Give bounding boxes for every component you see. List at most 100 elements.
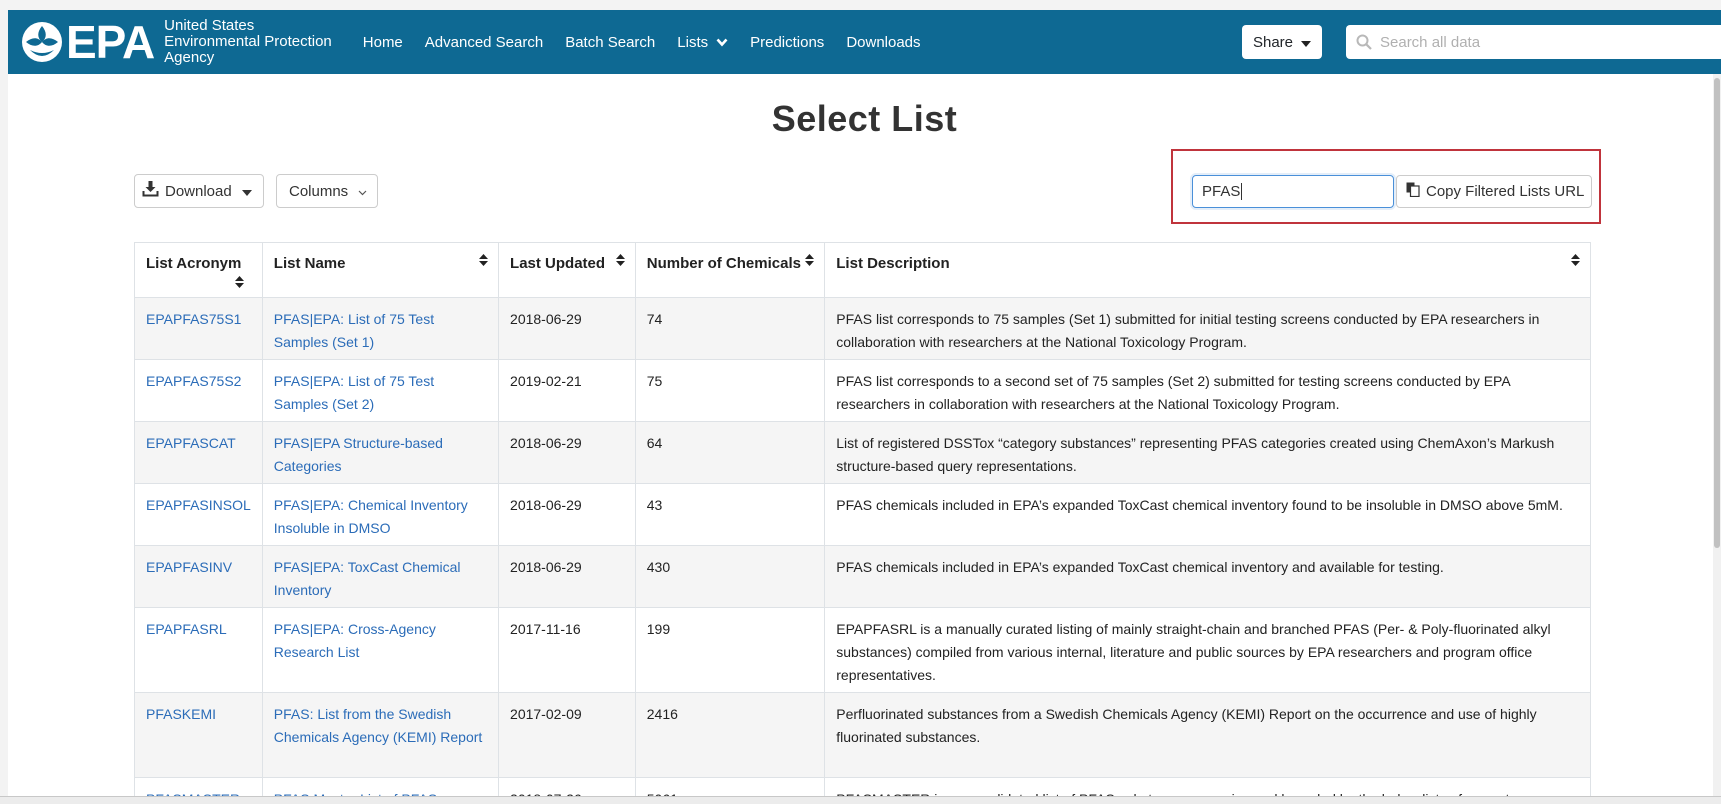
table-row: EPAPFAS75S2 PFAS|EPA: List of 75 Test Sa…	[134, 359, 1591, 422]
list-acronym-link[interactable]: PFASKEMI	[146, 706, 216, 722]
cell-count: 43	[634, 483, 826, 546]
global-search-input[interactable]: Search all data	[1346, 25, 1721, 59]
nav-predictions[interactable]: Predictions	[750, 34, 824, 51]
column-header-last-updated[interactable]: Last Updated	[498, 242, 636, 298]
list-name-link[interactable]: PFAS|EPA Structure-based Categories	[274, 435, 443, 474]
cell-name: PFAS|EPA: List of 75 Test Samples (Set 2…	[261, 359, 500, 422]
list-filter-input[interactable]: PFAS	[1192, 175, 1394, 208]
chevron-down-icon	[716, 34, 728, 51]
list-acronym-link[interactable]: EPAPFAS75S1	[146, 311, 241, 327]
cell-description: PFAS chemicals included in EPA’s expande…	[824, 483, 1591, 546]
agency-line: Environmental Protection	[164, 33, 332, 50]
main-nav: Home Advanced Search Batch Search Lists …	[352, 34, 932, 51]
nav-home[interactable]: Home	[363, 34, 403, 51]
list-acronym-link[interactable]: EPAPFASINSOL	[146, 497, 251, 513]
cell-acronym: EPAPFAS75S1	[134, 297, 263, 360]
cell-count: 75	[634, 359, 826, 422]
cell-count: 74	[634, 297, 826, 360]
share-label: Share	[1252, 33, 1294, 51]
list-name-link[interactable]: PFAS|EPA: List of 75 Test Samples (Set 2…	[274, 373, 434, 412]
cell-updated: 2019-02-21	[498, 359, 636, 422]
cell-name: PFAS|EPA Structure-based Categories	[261, 421, 500, 484]
agency-line: Agency	[164, 49, 215, 66]
column-header-list-name[interactable]: List Name	[261, 242, 500, 298]
download-icon	[142, 181, 159, 201]
cell-acronym: PFASKEMI	[134, 692, 263, 778]
cell-name: PFAS|EPA: Chemical Inventory Insoluble i…	[261, 483, 500, 546]
list-acronym-link[interactable]: EPAPFAS75S2	[146, 373, 241, 389]
sort-icon[interactable]	[805, 253, 815, 270]
table-row: EPAPFASINV PFAS|EPA: ToxCast Chemical In…	[134, 545, 1591, 608]
cell-acronym: EPAPFASRL	[134, 607, 263, 693]
cell-count: 199	[634, 607, 826, 693]
cell-acronym: EPAPFAS75S2	[134, 359, 263, 422]
list-name-link[interactable]: PFAS|EPA: Cross-Agency Research List	[274, 621, 436, 660]
cell-acronym: EPAPFASINV	[134, 545, 263, 608]
column-header-list-description[interactable]: List Description	[824, 242, 1591, 298]
caret-down-icon	[241, 183, 252, 200]
sort-icon[interactable]	[1571, 253, 1580, 270]
search-icon	[1356, 34, 1372, 50]
column-header-label: Number of Chemicals	[646, 255, 801, 272]
cell-updated: 2017-02-09	[498, 692, 636, 778]
list-acronym-link[interactable]: EPAPFASCAT	[146, 435, 236, 451]
cell-name: PFAS|EPA: ToxCast Chemical Inventory	[261, 545, 500, 608]
table-row: EPAPFASRL PFAS|EPA: Cross-Agency Researc…	[134, 607, 1591, 693]
copy-icon	[1406, 182, 1420, 201]
table-header-row: List Acronym List Name Last Updated Numb…	[134, 242, 1591, 298]
epa-logo[interactable]: EPA United States Environmental Protecti…	[20, 10, 332, 74]
agency-line: United States	[164, 17, 255, 34]
page-title: Select List	[771, 98, 958, 139]
caret-down-icon	[1301, 34, 1312, 51]
logo-text: EPA	[66, 16, 155, 68]
nav-downloads[interactable]: Downloads	[846, 34, 920, 51]
column-header-label: List Name	[273, 255, 346, 272]
sort-icon[interactable]	[479, 253, 489, 270]
copy-filtered-lists-url-button[interactable]: Copy Filtered Lists URL	[1396, 175, 1592, 208]
cell-description: PFAS list corresponds to 75 samples (Set…	[824, 297, 1591, 360]
cell-count: 64	[634, 421, 826, 484]
sort-icon[interactable]	[615, 253, 625, 270]
cell-name: PFAS|EPA: Cross-Agency Research List	[261, 607, 500, 693]
scrollbar-thumb[interactable]	[1714, 78, 1720, 548]
table-row: EPAPFASCAT PFAS|EPA Structure-based Cate…	[134, 421, 1591, 484]
download-button[interactable]: Download	[134, 174, 264, 208]
list-name-link[interactable]: PFAS|EPA: List of 75 Test Samples (Set 1…	[274, 311, 434, 350]
list-name-link[interactable]: PFAS|EPA: Chemical Inventory Insoluble i…	[274, 497, 468, 536]
column-header-list-acronym[interactable]: List Acronym	[134, 242, 263, 298]
column-header-label: Last Updated	[510, 255, 606, 272]
cell-updated: 2018-06-29	[498, 545, 636, 608]
cell-count: 2416	[634, 692, 826, 778]
filter-value: PFAS	[1202, 183, 1241, 200]
nav-advanced-search[interactable]: Advanced Search	[425, 34, 543, 51]
nav-lists[interactable]: Lists	[677, 34, 728, 51]
cell-count: 430	[634, 545, 826, 608]
list-name-link[interactable]: PFAS: List from the Swedish Chemicals Ag…	[274, 706, 483, 745]
top-navbar: EPA United States Environmental Protecti…	[8, 10, 1721, 74]
cell-updated: 2018-06-29	[498, 483, 636, 546]
cell-name: PFAS: List from the Swedish Chemicals Ag…	[261, 692, 500, 778]
lists-table: List Acronym List Name Last Updated Numb…	[134, 242, 1591, 804]
download-label: Download	[165, 182, 232, 200]
column-header-number-of-chemicals[interactable]: Number of Chemicals	[634, 242, 826, 298]
nav-batch-search[interactable]: Batch Search	[565, 34, 655, 51]
column-header-label: List Acronym	[146, 255, 242, 272]
cell-acronym: EPAPFASINSOL	[134, 483, 263, 546]
sort-icon[interactable]	[235, 275, 244, 292]
epa-flower-icon	[20, 20, 64, 64]
column-header-label: List Description	[836, 255, 950, 272]
list-acronym-link[interactable]: EPAPFASINV	[146, 559, 232, 575]
columns-button[interactable]: Columns	[276, 174, 378, 208]
list-acronym-link[interactable]: EPAPFASRL	[146, 621, 227, 637]
list-name-link[interactable]: PFAS|EPA: ToxCast Chemical Inventory	[274, 559, 461, 598]
nav-lists-label: Lists	[677, 33, 709, 51]
cell-description: PFAS chemicals included in EPA’s expande…	[824, 545, 1591, 608]
table-row: PFASKEMI PFAS: List from the Swedish Che…	[134, 692, 1591, 778]
cell-name: PFAS|EPA: List of 75 Test Samples (Set 1…	[261, 297, 500, 360]
cell-description: List of registered DSSTox “category subs…	[824, 421, 1591, 484]
cell-acronym: EPAPFASCAT	[134, 421, 263, 484]
columns-label: Columns	[289, 182, 349, 200]
share-button[interactable]: Share	[1242, 25, 1322, 59]
cell-updated: 2018-06-29	[498, 297, 636, 360]
cell-updated: 2018-06-29	[498, 421, 636, 484]
